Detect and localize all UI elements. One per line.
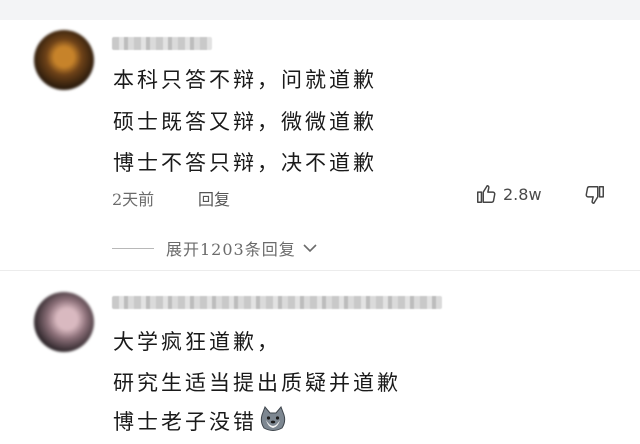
dislike-button[interactable] <box>584 184 606 210</box>
like-button[interactable]: 2.8w <box>475 183 542 205</box>
like-count: 2.8w <box>503 184 542 204</box>
divider-dash <box>112 247 154 249</box>
comment-separator <box>0 270 640 271</box>
comment-text-line-3-text: 博士老子没错 <box>113 410 257 434</box>
doge-icon <box>260 406 286 431</box>
comment-text-line-2: 硕士既答又辩，微微道歉 <box>113 110 377 134</box>
username-blurred[interactable] <box>112 296 442 309</box>
comment-text-line-1: 本科只答不辩，问就道歉 <box>113 68 377 92</box>
comment-text-line-3: 博士不答只辩，决不道歉 <box>113 151 377 175</box>
comment-text-line-1: 大学疯狂道歉， <box>113 330 281 354</box>
username-blurred[interactable] <box>112 37 212 50</box>
reply-button[interactable]: 回复 <box>198 186 230 210</box>
thumbs-down-icon <box>585 186 604 204</box>
comment-time: 2天前 <box>112 190 155 209</box>
avatar[interactable] <box>34 292 94 352</box>
expand-replies-label: 展开1203条回复 <box>166 240 296 259</box>
chevron-down-icon <box>303 244 317 253</box>
comment-text-line-2: 研究生适当提出质疑并道歉 <box>113 371 401 395</box>
expand-replies-button[interactable]: 展开1203条回复 <box>112 236 318 260</box>
avatar[interactable] <box>34 30 94 90</box>
comment-text-line-3: 博士老子没错 <box>113 405 287 436</box>
top-bar <box>0 0 640 20</box>
thumbs-up-icon <box>477 185 496 203</box>
